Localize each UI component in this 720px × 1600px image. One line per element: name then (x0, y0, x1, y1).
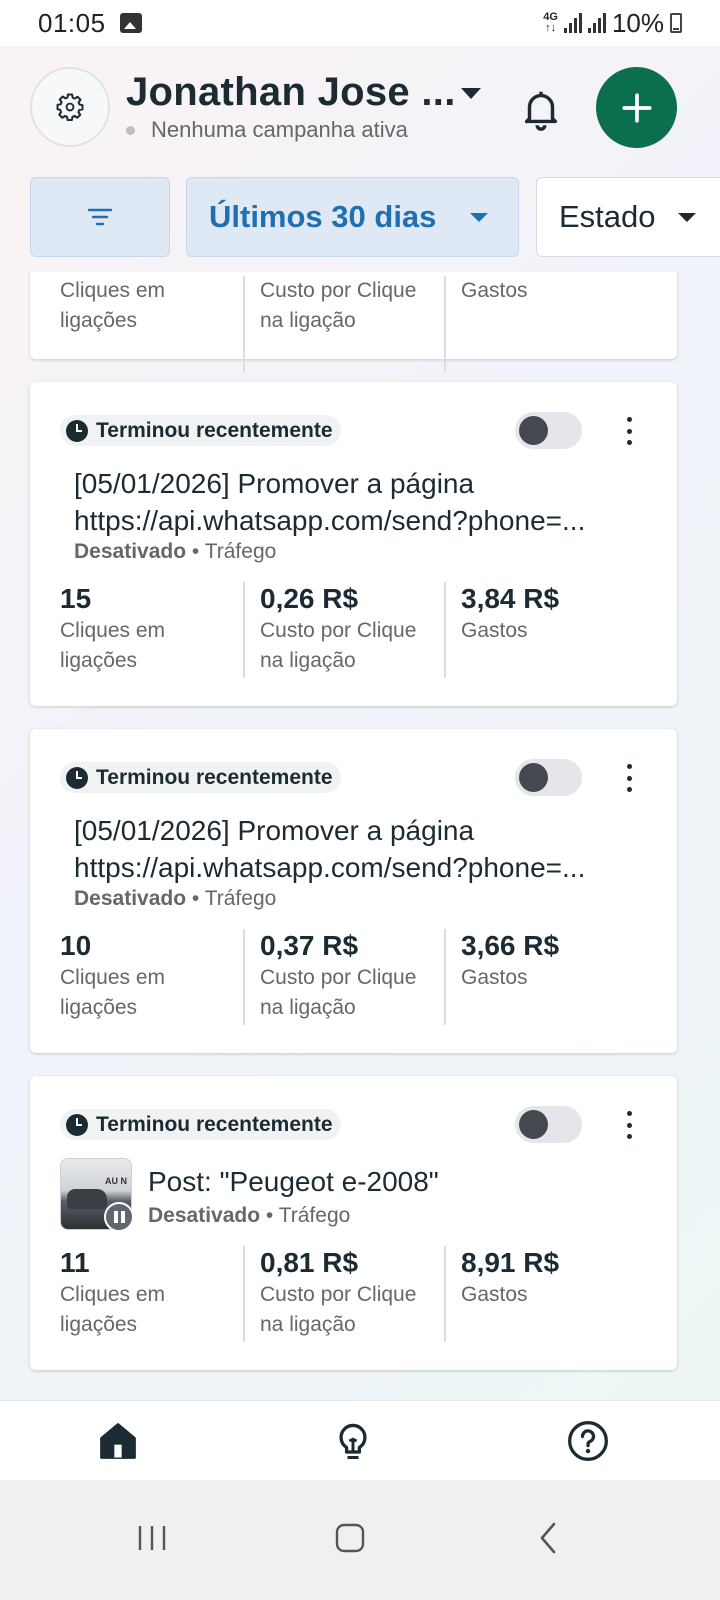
signal-icon (563, 13, 582, 33)
thumbnail-text: AU N (105, 1176, 127, 1186)
clock-icon (66, 766, 88, 789)
metric-divider (243, 929, 245, 1025)
gallery-notification-icon (119, 13, 142, 33)
date-range-dropdown[interactable]: Últimos 30 dias (186, 177, 519, 257)
campaign-toggle[interactable] (515, 412, 582, 449)
metric-label-cpc: Custo por Clique na ligação (260, 966, 417, 1019)
status-chip: Terminou recentemente (60, 415, 341, 446)
metric-spent: 3,66 R$ (461, 930, 560, 961)
metric-cpc: 0,37 R$ (260, 930, 359, 961)
status-dot (126, 126, 135, 135)
filter-button[interactable] (30, 177, 170, 257)
clock-icon (66, 419, 88, 442)
campaign-card-partial[interactable]: Cliques em ligações Custo por Clique na li… (30, 272, 677, 372)
metric-spent: 3,84 R$ (461, 583, 560, 614)
metric-divider (444, 1246, 446, 1342)
clock-icon (66, 1113, 88, 1136)
lightbulb-icon[interactable] (331, 1419, 375, 1463)
metric-label-spent: Gastos (461, 279, 528, 302)
campaign-meta: Desativado • Tráfego (74, 887, 277, 910)
metric-divider (243, 582, 245, 678)
metric-divider (444, 929, 446, 1025)
battery-icon (670, 13, 682, 33)
gear-icon (56, 93, 84, 121)
settings-button[interactable] (30, 67, 110, 147)
campaign-title-line1[interactable]: [05/01/2026] Promover a página (74, 465, 644, 503)
campaign-toggle[interactable] (515, 1106, 582, 1143)
metric-label-spent: Gastos (461, 1283, 528, 1306)
date-range-label: Últimos 30 dias (209, 199, 437, 234)
system-nav-bar (0, 1480, 720, 1600)
signal-icon-2 (587, 13, 606, 33)
more-options-icon[interactable] (618, 761, 640, 795)
bottom-nav (0, 1400, 720, 1480)
campaign-status-text: Nenhuma campanha ativa (151, 117, 408, 142)
campaign-toggle[interactable] (515, 759, 582, 796)
more-options-icon[interactable] (618, 1108, 640, 1142)
metric-divider (444, 582, 446, 678)
metric-label-clicks: Cliques em ligações (60, 619, 166, 672)
status-time: 01:05 (38, 7, 106, 38)
metric-divider (243, 276, 245, 372)
campaign-title[interactable]: Post: "Peugeot e-2008" (148, 1163, 628, 1201)
metric-label-clicks: Cliques em ligações (60, 1283, 166, 1336)
home-icon[interactable] (96, 1419, 140, 1463)
car-image (67, 1189, 107, 1209)
metric-label-spent: Gastos (461, 966, 528, 989)
metric-label-cpc: Custo por Clique na ligação (260, 619, 417, 672)
campaign-meta: Desativado • Tráfego (148, 1204, 351, 1227)
account-name[interactable]: Jonathan Jose ... (126, 70, 456, 115)
pause-icon (104, 1202, 134, 1232)
metric-label-cpc: Custo por Clique na ligação (260, 279, 417, 332)
back-icon[interactable] (536, 1520, 560, 1556)
recents-icon[interactable] (136, 1520, 168, 1556)
metric-spent: 8,91 R$ (461, 1247, 560, 1278)
status-chip: Terminou recentemente (60, 1109, 341, 1140)
help-icon[interactable] (566, 1419, 610, 1463)
account-dropdown-icon[interactable] (461, 88, 481, 99)
campaign-card[interactable]: Terminou recentemente [05/01/2026] Promo… (30, 729, 677, 1053)
metric-divider (444, 276, 446, 372)
campaign-card[interactable]: Terminou recentemente [05/01/2026] Promo… (30, 382, 677, 706)
more-options-icon[interactable] (618, 414, 640, 448)
campaign-title-line1[interactable]: [05/01/2026] Promover a página (74, 812, 644, 850)
filter-icon (87, 208, 113, 226)
campaign-meta: Desativado • Tráfego (74, 540, 277, 563)
state-label: Estado (559, 199, 656, 234)
metric-label-spent: Gastos (461, 619, 528, 642)
metric-cpc: 0,81 R$ (260, 1247, 359, 1278)
metric-label-clicks: Cliques em ligações (60, 966, 166, 1019)
metric-clicks: 10 (60, 930, 92, 961)
metric-label-cpc: Custo por Clique na ligação (260, 1283, 417, 1336)
metric-divider (243, 1246, 245, 1342)
metric-label-clicks: Cliques em ligações (60, 279, 166, 332)
metric-cpc: 0,26 R$ (260, 583, 359, 614)
bell-icon[interactable] (518, 86, 564, 132)
create-campaign-button[interactable] (596, 67, 677, 148)
campaign-list[interactable]: Cliques em ligações Custo por Clique na li… (0, 272, 720, 1400)
metric-clicks: 15 (60, 583, 92, 614)
status-chip: Terminou recentemente (60, 762, 341, 793)
campaign-title-line2[interactable]: https://api.whatsapp.com/send?phone=... (74, 849, 644, 887)
plus-icon (621, 92, 652, 123)
metric-clicks: 11 (60, 1247, 90, 1278)
state-dropdown[interactable]: Estado (536, 177, 720, 257)
home-button-icon[interactable] (334, 1520, 366, 1556)
chevron-down-icon (470, 212, 488, 222)
battery-percent: 10% (611, 7, 664, 38)
campaign-title-line2[interactable]: https://api.whatsapp.com/send?phone=... (74, 502, 644, 540)
chevron-down-icon (677, 212, 696, 222)
network-type: 4G ↑↓ (543, 11, 558, 34)
campaign-card[interactable]: Terminou recentemente AU N Post: "Peugeo… (30, 1076, 677, 1370)
status-bar: 01:05 4G ↑↓ 10% (0, 0, 720, 46)
